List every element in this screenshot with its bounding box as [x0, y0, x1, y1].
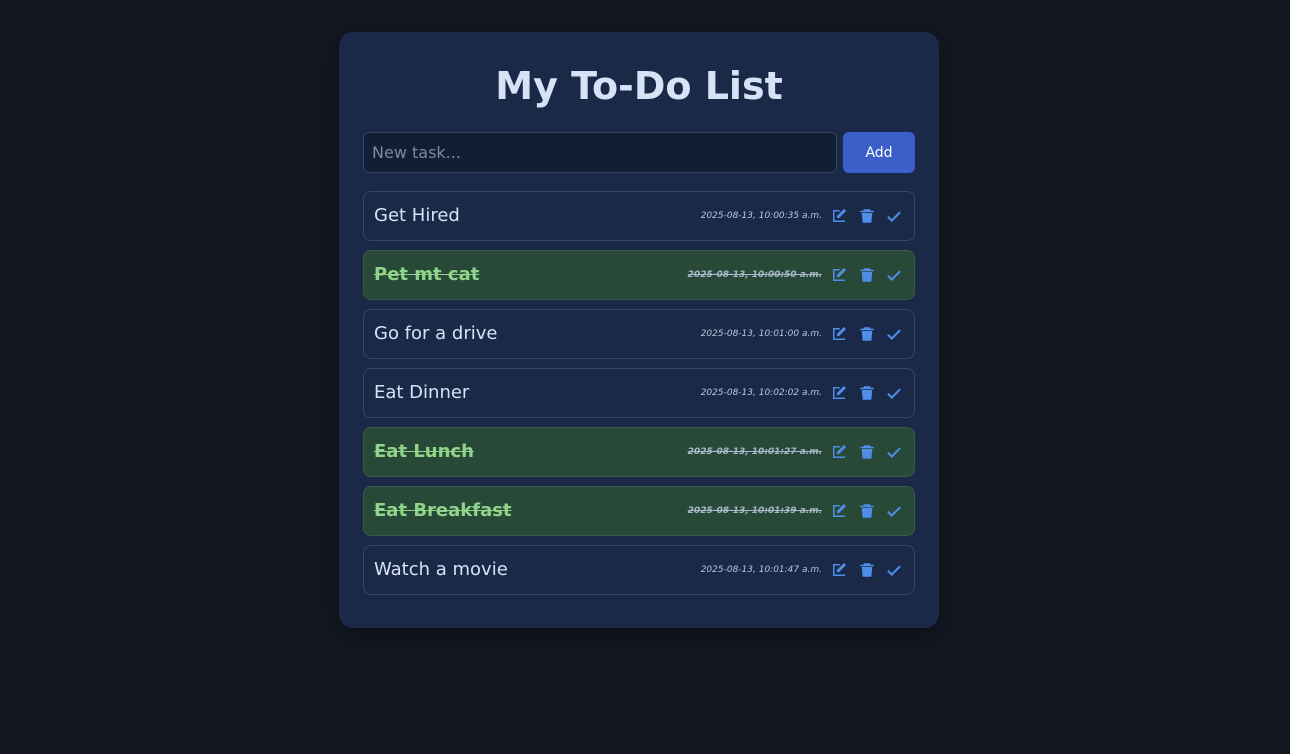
task-item: Pet mt cat 2025-08-13, 10:00:50 a.m. [363, 250, 915, 300]
page-title: My To-Do List [495, 64, 783, 108]
edit-icon[interactable] [830, 207, 848, 225]
task-item: Eat Breakfast 2025-08-13, 10:01:39 a.m. [363, 486, 915, 536]
task-timestamp: 2025-08-13, 10:00:35 a.m. [700, 211, 822, 221]
task-item: Go for a drive 2025-08-13, 10:01:00 a.m. [363, 309, 915, 359]
task-item: Get Hired 2025-08-13, 10:00:35 a.m. [363, 191, 915, 241]
trash-icon[interactable] [858, 207, 876, 225]
task-item: Eat Lunch 2025-08-13, 10:01:27 a.m. [363, 427, 915, 477]
check-icon[interactable] [885, 561, 903, 579]
edit-icon[interactable] [830, 502, 848, 520]
task-timestamp: 2025-08-13, 10:00:50 a.m. [687, 270, 822, 280]
task-item: Eat Dinner 2025-08-13, 10:02:02 a.m. [363, 368, 915, 418]
new-task-row: Add [363, 132, 915, 173]
task-item: Watch a movie 2025-08-13, 10:01:47 a.m. [363, 545, 915, 595]
new-task-input[interactable] [363, 132, 837, 173]
trash-icon[interactable] [858, 561, 876, 579]
check-icon[interactable] [885, 266, 903, 284]
check-icon[interactable] [885, 502, 903, 520]
task-text: Eat Dinner [374, 382, 470, 403]
edit-icon[interactable] [830, 443, 848, 461]
trash-icon[interactable] [858, 443, 876, 461]
task-text: Pet mt cat [374, 264, 480, 285]
edit-icon[interactable] [830, 384, 848, 402]
trash-icon[interactable] [858, 384, 876, 402]
check-icon[interactable] [885, 207, 903, 225]
task-timestamp: 2025-08-13, 10:02:02 a.m. [700, 388, 822, 398]
task-text: Eat Lunch [374, 441, 474, 462]
add-task-button[interactable]: Add [843, 132, 915, 173]
trash-icon[interactable] [858, 325, 876, 343]
edit-icon[interactable] [830, 325, 848, 343]
task-timestamp: 2025-08-13, 10:01:00 a.m. [700, 329, 822, 339]
task-text: Eat Breakfast [374, 500, 512, 521]
trash-icon[interactable] [858, 502, 876, 520]
check-icon[interactable] [885, 443, 903, 461]
todo-card: My To-Do List Add Get Hired 2025-08-13, … [339, 32, 939, 628]
task-text: Watch a movie [374, 559, 508, 580]
trash-icon[interactable] [858, 266, 876, 284]
edit-icon[interactable] [830, 266, 848, 284]
check-icon[interactable] [885, 384, 903, 402]
edit-icon[interactable] [830, 561, 848, 579]
task-timestamp: 2025-08-13, 10:01:47 a.m. [700, 565, 822, 575]
task-text: Go for a drive [374, 323, 498, 344]
task-timestamp: 2025-08-13, 10:01:39 a.m. [687, 506, 822, 516]
check-icon[interactable] [885, 325, 903, 343]
task-timestamp: 2025-08-13, 10:01:27 a.m. [687, 447, 822, 457]
task-text: Get Hired [374, 205, 460, 226]
